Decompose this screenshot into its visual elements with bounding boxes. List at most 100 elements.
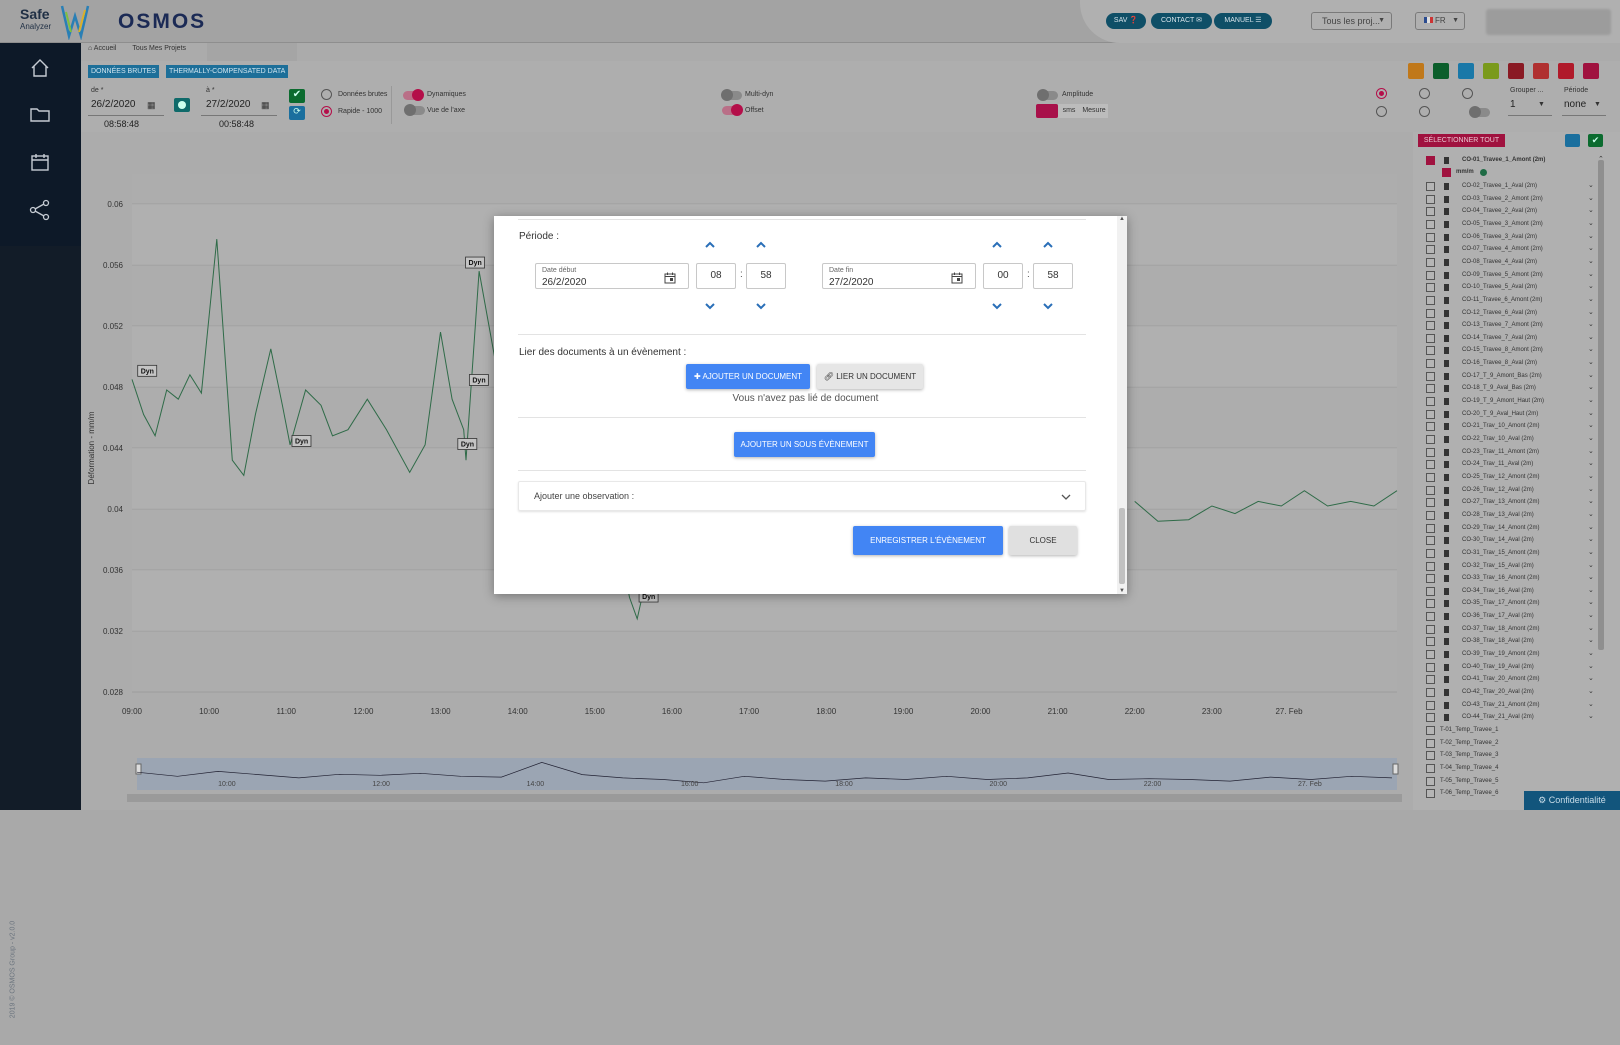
list-icon[interactable]	[1558, 63, 1574, 79]
from-date[interactable]: 26/2/2020	[91, 99, 136, 110]
export-image-icon[interactable]	[1408, 63, 1424, 79]
checkbox[interactable]	[1426, 548, 1435, 558]
chevron-down-icon[interactable]: ⌄	[1588, 687, 1594, 697]
chevron-down-icon[interactable]: ⌄	[1588, 219, 1594, 229]
apply-check-button[interactable]: ✔	[289, 89, 305, 103]
toggle-offset[interactable]	[722, 104, 743, 116]
sensor-item[interactable]: CO-05_Travee_3_Amont (2m) ⌄	[1426, 219, 1616, 231]
temperature-item[interactable]: T-01_Temp_Travee_1	[1426, 725, 1616, 737]
contact-button[interactable]: CONTACT ✉	[1151, 13, 1212, 29]
chevron-down-icon[interactable]: ⌄	[1588, 295, 1594, 305]
checkbox[interactable]	[1426, 561, 1435, 571]
sensor-item[interactable]: CO-27_Trav_13_Amont (2m) ⌄	[1426, 497, 1616, 509]
chevron-down-icon[interactable]: ⌄	[1588, 700, 1594, 710]
user-menu[interactable]	[1486, 9, 1611, 35]
checkbox[interactable]	[1426, 725, 1435, 735]
from-time[interactable]: 08:58:48	[104, 119, 139, 129]
refresh-button[interactable]: ⟳	[289, 106, 305, 120]
to-time[interactable]: 00:58:48	[219, 119, 254, 129]
chevron-down-icon[interactable]: ⌄	[1588, 383, 1594, 393]
language-select[interactable]: FR ▼	[1415, 12, 1465, 30]
checkbox[interactable]	[1426, 219, 1435, 229]
radio-chart-bar[interactable]	[1419, 88, 1430, 99]
sensor-item[interactable]: CO-33_Trav_16_Amont (2m) ⌄	[1426, 573, 1616, 585]
sensor-item[interactable]: CO-14_Travee_7_Aval (2m) ⌄	[1426, 333, 1616, 345]
chevron-down-icon[interactable]: ⌄	[1588, 561, 1594, 571]
chevron-down-icon[interactable]: ⌄	[1588, 447, 1594, 457]
checkbox[interactable]	[1426, 384, 1435, 394]
checkbox[interactable]	[1426, 738, 1435, 748]
sensor-item[interactable]: CO-16_Travee_8_Aval (2m) ⌄	[1426, 358, 1616, 370]
sensor-item[interactable]: CO-41_Trav_20_Amont (2m) ⌄	[1426, 674, 1616, 686]
amplitude-value-input[interactable]	[1036, 104, 1058, 118]
sensor-item[interactable]: CO-37_Trav_18_Amont (2m) ⌄	[1426, 624, 1616, 636]
chevron-down-icon[interactable]: ⌄	[1588, 523, 1594, 533]
chevron-down-icon[interactable]	[991, 302, 1003, 310]
sensor-item[interactable]: CO-17_T_9_Amont_Bas (2m) ⌄	[1426, 371, 1616, 383]
chevron-down-icon[interactable]: ⌄	[1588, 333, 1594, 343]
radio-chart-s2[interactable]	[1419, 106, 1430, 117]
chevron-down-icon[interactable]: ⌄	[1588, 282, 1594, 292]
select-all-button[interactable]: SÉLECTIONNER TOUT	[1418, 134, 1505, 147]
chevron-down-icon[interactable]: ⌄	[1588, 712, 1594, 722]
checkbox[interactable]	[1426, 321, 1435, 331]
sensor-item[interactable]: CO-09_Travee_5_Amont (2m) ⌄	[1426, 270, 1616, 282]
clock-button[interactable]	[174, 98, 190, 112]
checkbox[interactable]	[1426, 194, 1435, 204]
checkbox[interactable]	[1426, 510, 1435, 520]
tab-blurred[interactable]	[207, 43, 297, 61]
radio-fast[interactable]	[321, 106, 332, 117]
group-value[interactable]: 1	[1510, 99, 1516, 110]
calendar-icon[interactable]: ▦	[147, 100, 156, 111]
sensor-item[interactable]: CO-44_Trav_21_Aval (2m) ⌄	[1426, 712, 1616, 724]
start-minute-input[interactable]: 58	[746, 263, 786, 289]
period-value[interactable]: none	[1564, 99, 1586, 110]
toggle-axis-view[interactable]	[404, 104, 425, 116]
sensor-item[interactable]: CO-26_Trav_12_Aval (2m) ⌄	[1426, 485, 1616, 497]
sensor-item[interactable]: CO-15_Travee_8_Amont (2m) ⌄	[1426, 345, 1616, 357]
sensor-item-first[interactable]: CO-01_Travee_1_Amont (2m) ⌃	[1426, 155, 1616, 167]
sensor-item[interactable]: CO-22_Trav_10_Aval (2m) ⌄	[1426, 434, 1616, 446]
excel-icon[interactable]	[1433, 63, 1449, 79]
calendar-icon[interactable]: ▦	[261, 100, 270, 111]
sensor-item[interactable]: CO-08_Travee_4_Aval (2m) ⌄	[1426, 257, 1616, 269]
checkbox[interactable]	[1426, 751, 1435, 761]
chevron-down-icon[interactable]: ⌄	[1588, 586, 1594, 596]
sensor-item[interactable]: CO-10_Travee_5_Aval (2m) ⌄	[1426, 282, 1616, 294]
checkbox[interactable]	[1426, 662, 1435, 672]
chevron-down-icon[interactable]: ⌄	[1588, 308, 1594, 318]
checkbox[interactable]	[1426, 763, 1435, 773]
chevron-up-icon[interactable]	[755, 241, 767, 249]
sensor-item[interactable]: CO-32_Trav_15_Aval (2m) ⌄	[1426, 561, 1616, 573]
checkbox[interactable]	[1426, 283, 1435, 293]
modal-scroll-thumb[interactable]	[1119, 508, 1125, 584]
sensor-item[interactable]: CO-35_Trav_17_Amont (2m) ⌄	[1426, 598, 1616, 610]
save-icon[interactable]	[1583, 63, 1599, 79]
checkbox[interactable]	[1426, 574, 1435, 584]
chevron-down-icon[interactable]	[755, 302, 767, 310]
checkbox[interactable]	[1426, 447, 1435, 457]
chevron-down-icon[interactable]: ⌄	[1588, 662, 1594, 672]
close-button[interactable]: CLOSE	[1009, 526, 1077, 555]
chevron-down-icon[interactable]: ⌄	[1588, 345, 1594, 355]
end-date-field[interactable]: Date fin 27/2/2020	[822, 263, 976, 289]
refresh-icon[interactable]	[1565, 134, 1580, 147]
chevron-down-icon[interactable]: ⌄	[1588, 573, 1594, 583]
observation-accordion[interactable]: Ajouter une observation :	[518, 481, 1086, 511]
temperature-item[interactable]: T-04_Temp_Travee_4	[1426, 763, 1616, 775]
radio-chart-s1[interactable]	[1376, 106, 1387, 117]
breadcrumb-projects[interactable]: Tous Mes Projets	[132, 45, 186, 52]
sensor-item[interactable]: CO-06_Travee_3_Aval (2m) ⌄	[1426, 232, 1616, 244]
fullscreen-icon[interactable]	[1458, 63, 1474, 79]
chevron-up-icon[interactable]	[1042, 241, 1054, 249]
privacy-button[interactable]: ⚙ Confidentialité	[1524, 791, 1620, 810]
checkbox[interactable]	[1426, 472, 1435, 482]
lightning-icon[interactable]	[1533, 63, 1549, 79]
chevron-up-icon[interactable]	[991, 241, 1003, 249]
temperature-item[interactable]: T-02_Temp_Travee_2	[1426, 738, 1616, 750]
unit-item[interactable]: mm/m	[1442, 167, 1620, 179]
sensor-item[interactable]: CO-24_Trav_11_Aval (2m) ⌄	[1426, 459, 1616, 471]
chevron-down-icon[interactable]: ⌄	[1588, 206, 1594, 216]
breadcrumb-home[interactable]: Accueil	[94, 45, 117, 52]
chevron-down-icon[interactable]: ⌄	[1588, 485, 1594, 495]
